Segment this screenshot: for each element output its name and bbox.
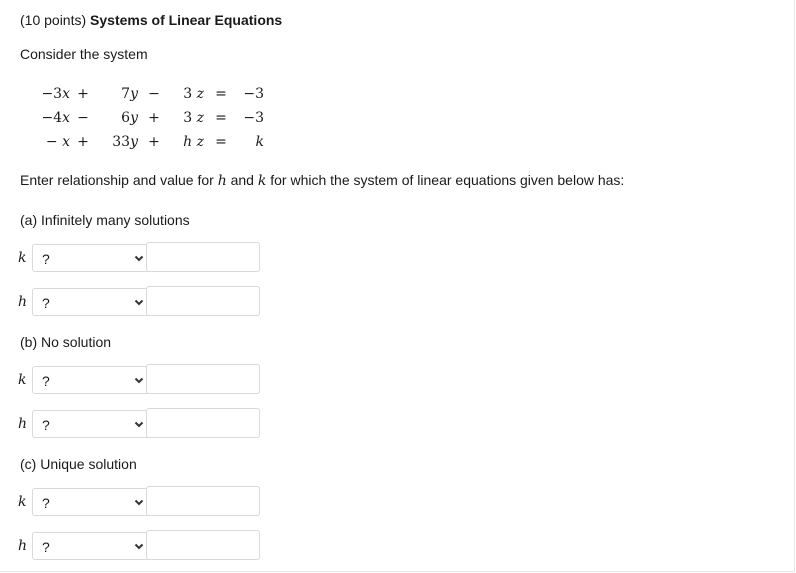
- relationship-select[interactable]: ?: [32, 366, 152, 394]
- variable-label: h: [18, 538, 28, 554]
- equation-row: − x + 33y + h z = k: [45, 134, 264, 150]
- problem-title: (10 points) Systems of Linear Equations: [20, 12, 282, 28]
- chevron-down-icon: [134, 421, 144, 428]
- value-input[interactable]: [146, 364, 260, 394]
- chevron-down-icon: [134, 499, 144, 506]
- variable-label: k: [18, 250, 27, 266]
- variable-label: k: [18, 494, 27, 510]
- relationship-select[interactable]: ?: [32, 288, 152, 316]
- value-input[interactable]: [146, 486, 260, 516]
- equation-row: −4x − 6y + 3 z = −3: [41, 110, 264, 126]
- relationship-select[interactable]: ?: [32, 410, 152, 438]
- section-c-label: (c) Unique solution: [20, 456, 137, 472]
- value-input[interactable]: [146, 286, 260, 316]
- relationship-select[interactable]: ?: [32, 244, 152, 272]
- relationship-select[interactable]: ?: [32, 532, 152, 560]
- variable-label: h: [18, 294, 28, 310]
- chevron-down-icon: [134, 255, 144, 262]
- equation-row: −3x + 7y − 3 z = −3: [41, 86, 264, 102]
- value-input[interactable]: [146, 408, 260, 438]
- title-points: (10 points): [20, 12, 87, 28]
- variable-label: k: [18, 372, 27, 388]
- section-b-label: (b) No solution: [20, 334, 112, 350]
- variable-label: h: [18, 416, 28, 432]
- equation-system: −3x + 7y − 3 z = −3 −4x − 6y + 3 z = −3 …: [34, 82, 264, 154]
- section-a-label: (a) Infinitely many solutions: [20, 212, 190, 228]
- relationship-select[interactable]: ?: [32, 488, 152, 516]
- instruction-text: Enter relationship and value for h and k…: [20, 172, 625, 189]
- title-text: Systems of Linear Equations: [90, 12, 283, 28]
- chevron-down-icon: [134, 543, 144, 550]
- value-input[interactable]: [146, 242, 260, 272]
- intro-text: Consider the system: [20, 46, 148, 62]
- chevron-down-icon: [134, 377, 144, 384]
- value-input[interactable]: [146, 530, 260, 560]
- chevron-down-icon: [134, 299, 144, 306]
